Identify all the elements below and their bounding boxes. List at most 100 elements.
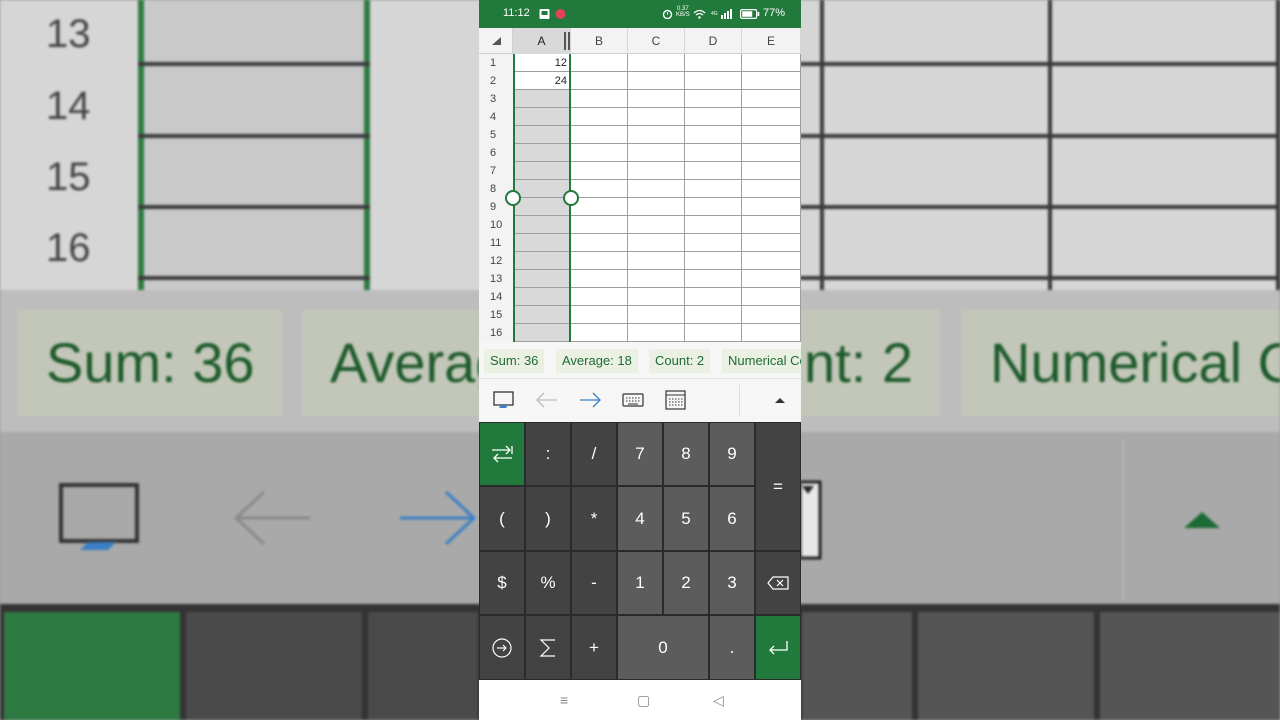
cell-b14[interactable] [571, 288, 628, 306]
row-header[interactable]: 5 [479, 126, 513, 144]
key-0[interactable]: 0 [617, 615, 709, 680]
cell-c7[interactable] [628, 162, 685, 180]
cell-c2[interactable] [628, 72, 685, 90]
cell-d9[interactable] [685, 198, 742, 216]
column-resize-handle[interactable] [568, 32, 570, 50]
arrow-left-icon[interactable] [535, 389, 559, 413]
cell-c6[interactable] [628, 144, 685, 162]
cell-d11[interactable] [685, 234, 742, 252]
cell-d16[interactable] [685, 324, 742, 342]
cell-c5[interactable] [628, 126, 685, 144]
function-key[interactable] [479, 615, 525, 680]
cell-a10[interactable] [513, 216, 571, 234]
cell-e6[interactable] [742, 144, 801, 162]
key-1[interactable]: 1 [617, 551, 663, 615]
menu-icon[interactable]: ≡ [560, 692, 568, 708]
cell-e10[interactable] [742, 216, 801, 234]
key-equals[interactable]: = [755, 422, 801, 551]
cell-d14[interactable] [685, 288, 742, 306]
cell-b2[interactable] [571, 72, 628, 90]
cell-b9[interactable] [571, 198, 628, 216]
cell-b7[interactable] [571, 162, 628, 180]
column-header-c[interactable]: C [628, 28, 685, 54]
key-7[interactable]: 7 [617, 422, 663, 486]
spreadsheet-grid[interactable]: A B C D E 1 12 2 24 3 4 5 6 7 8 9 10 11 12 13 14 15 16 [479, 28, 801, 342]
cell-e16[interactable] [742, 324, 801, 342]
cell-a15[interactable] [513, 306, 571, 324]
key-5[interactable]: 5 [663, 486, 709, 551]
selection-handle-left[interactable] [505, 190, 521, 206]
cell-a16[interactable] [513, 324, 571, 342]
cell-c16[interactable] [628, 324, 685, 342]
cell-b13[interactable] [571, 270, 628, 288]
cell-c9[interactable] [628, 198, 685, 216]
autosum-key[interactable] [525, 615, 571, 680]
key-close-paren[interactable]: ) [525, 486, 571, 551]
cell-b8[interactable] [571, 180, 628, 198]
cell-c1[interactable] [628, 54, 685, 72]
cell-b10[interactable] [571, 216, 628, 234]
row-header[interactable]: 15 [479, 306, 513, 324]
cell-d13[interactable] [685, 270, 742, 288]
cell-e12[interactable] [742, 252, 801, 270]
cell-e7[interactable] [742, 162, 801, 180]
cell-d8[interactable] [685, 180, 742, 198]
row-header[interactable]: 11 [479, 234, 513, 252]
cell-a4[interactable] [513, 108, 571, 126]
row-header[interactable]: 14 [479, 288, 513, 306]
count-chip[interactable]: Count: 2 [649, 349, 711, 373]
select-all-corner[interactable] [479, 28, 513, 54]
key-3[interactable]: 3 [709, 551, 755, 615]
key-8[interactable]: 8 [663, 422, 709, 486]
cell-a6[interactable] [513, 144, 571, 162]
cell-b5[interactable] [571, 126, 628, 144]
key-decimal[interactable]: . [709, 615, 755, 680]
key-percent[interactable]: % [525, 551, 571, 615]
cell-d5[interactable] [685, 126, 742, 144]
cell-a9[interactable] [513, 198, 571, 216]
cell-e8[interactable] [742, 180, 801, 198]
column-header-e[interactable]: E [742, 28, 801, 54]
cell-e13[interactable] [742, 270, 801, 288]
cell-e3[interactable] [742, 90, 801, 108]
cell-c10[interactable] [628, 216, 685, 234]
cell-b16[interactable] [571, 324, 628, 342]
cell-c13[interactable] [628, 270, 685, 288]
cell-b6[interactable] [571, 144, 628, 162]
cell-d4[interactable] [685, 108, 742, 126]
key-colon[interactable]: : [525, 422, 571, 486]
keyboard-icon[interactable] [622, 389, 644, 413]
key-slash[interactable]: / [571, 422, 617, 486]
cell-e11[interactable] [742, 234, 801, 252]
enter-key[interactable] [755, 615, 801, 680]
row-header[interactable]: 10 [479, 216, 513, 234]
cell-b1[interactable] [571, 54, 628, 72]
cell-b3[interactable] [571, 90, 628, 108]
cell-c8[interactable] [628, 180, 685, 198]
tab-swap-key[interactable] [479, 422, 525, 486]
cell-a2[interactable]: 24 [513, 72, 571, 90]
cell-a5[interactable] [513, 126, 571, 144]
cell-c14[interactable] [628, 288, 685, 306]
cell-c4[interactable] [628, 108, 685, 126]
cell-e4[interactable] [742, 108, 801, 126]
cell-a7[interactable] [513, 162, 571, 180]
cell-b12[interactable] [571, 252, 628, 270]
cell-d6[interactable] [685, 144, 742, 162]
key-plus[interactable]: + [571, 615, 617, 680]
key-9[interactable]: 9 [709, 422, 755, 486]
row-header[interactable]: 12 [479, 252, 513, 270]
cell-a11[interactable] [513, 234, 571, 252]
cell-d10[interactable] [685, 216, 742, 234]
row-header[interactable]: 7 [479, 162, 513, 180]
arrow-right-icon[interactable] [578, 389, 602, 413]
cell-d3[interactable] [685, 90, 742, 108]
backspace-key[interactable] [755, 551, 801, 615]
cell-e2[interactable] [742, 72, 801, 90]
average-chip[interactable]: Average: 18 [556, 349, 638, 373]
cell-a3[interactable] [513, 90, 571, 108]
monitor-icon[interactable] [493, 389, 515, 413]
column-header-d[interactable]: D [685, 28, 742, 54]
cell-a13[interactable] [513, 270, 571, 288]
caret-up-icon[interactable] [775, 397, 785, 421]
